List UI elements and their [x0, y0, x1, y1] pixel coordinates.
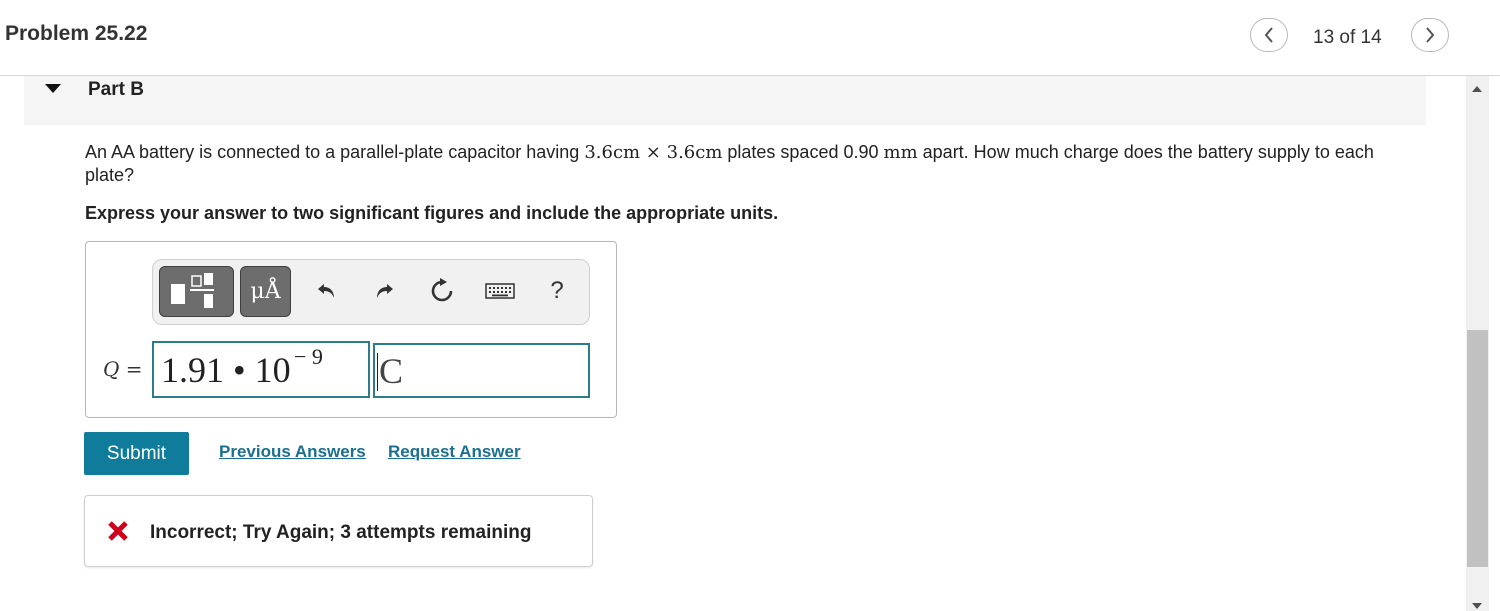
- keyboard-icon[interactable]: [484, 276, 516, 306]
- scroll-down-icon[interactable]: [1472, 603, 1482, 609]
- scrollbar-thumb[interactable]: [1467, 330, 1488, 567]
- problem-title: Problem 25.22: [5, 22, 148, 45]
- previous-answers-link[interactable]: Previous Answers: [219, 442, 366, 462]
- request-answer-link[interactable]: Request Answer: [388, 442, 521, 462]
- plate-dimensions: 3.6cm × 3.6cm: [584, 142, 723, 163]
- answer-instruction: Express your answer to two significant f…: [85, 203, 779, 223]
- caret-down-icon[interactable]: [45, 84, 61, 93]
- templates-icon: [171, 273, 214, 308]
- reset-icon[interactable]: [427, 276, 457, 306]
- templates-button[interactable]: [159, 266, 234, 317]
- next-problem-button[interactable]: [1411, 18, 1449, 52]
- submit-button[interactable]: Submit: [84, 432, 189, 475]
- variable-symbol: Q: [103, 357, 120, 381]
- redo-icon[interactable]: [369, 276, 399, 306]
- units-value: C: [379, 351, 404, 391]
- question-text-before: An AA battery is connected to a parallel…: [85, 142, 585, 162]
- value-input[interactable]: 1.91 • 10 − 9: [152, 341, 370, 398]
- spacing-unit: mm: [883, 142, 918, 163]
- error-x-icon: [107, 520, 129, 547]
- chevron-right-icon: [1426, 27, 1435, 43]
- previous-problem-button[interactable]: [1250, 18, 1288, 52]
- part-title: Part B: [88, 79, 144, 100]
- equals-sign: =: [125, 357, 143, 381]
- part-header[interactable]: [24, 76, 1426, 125]
- question-text: An AA battery is connected to a parallel…: [85, 141, 1425, 187]
- answer-variable-label: Q =: [103, 357, 143, 381]
- undo-icon[interactable]: [312, 276, 342, 306]
- problem-counter: 13 of 14: [1313, 27, 1382, 48]
- chevron-left-icon: [1264, 27, 1273, 43]
- scroll-up-icon[interactable]: [1472, 86, 1482, 92]
- units-input[interactable]: C: [373, 343, 590, 398]
- text-cursor: [377, 353, 378, 391]
- question-text-middle: plates spaced 0.90: [722, 142, 884, 162]
- feedback-message: Incorrect; Try Again; 3 attempts remaini…: [150, 522, 532, 543]
- value-mantissa: 1.91 • 10: [161, 350, 291, 390]
- value-exponent: − 9: [294, 344, 323, 369]
- help-button[interactable]: ?: [544, 276, 570, 306]
- units-button[interactable]: μÅ: [240, 266, 291, 317]
